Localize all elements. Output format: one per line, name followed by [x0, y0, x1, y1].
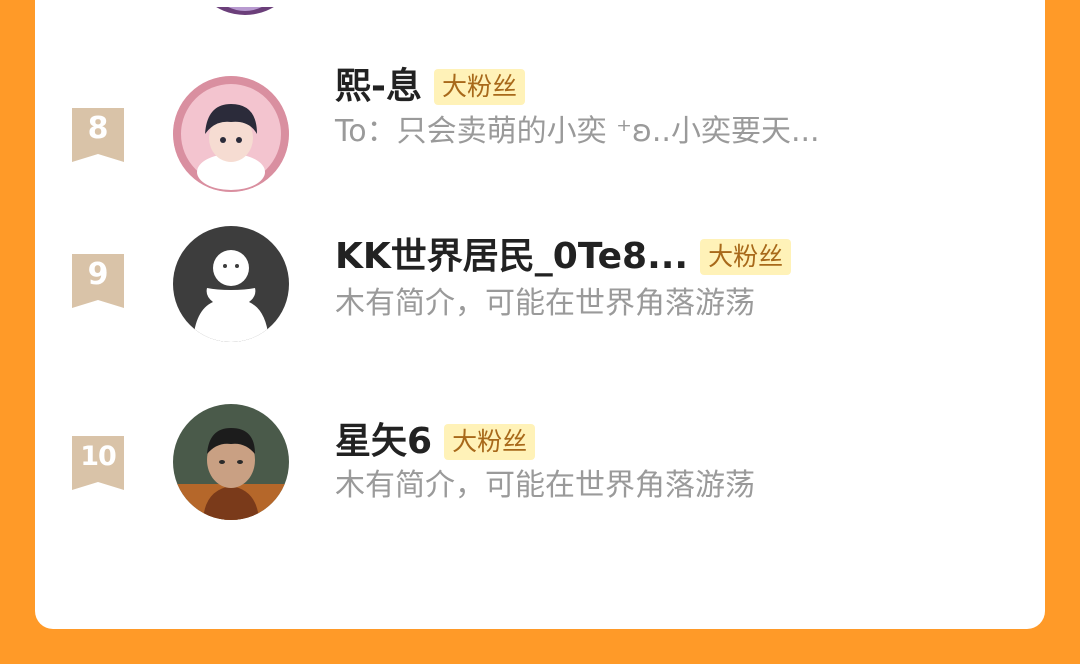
fan-ranking-card: 8 熙-息 大粉丝 To：只会卖萌的小奕 ⁺ʚ..小奕要天... 9 KK世界居… — [35, 0, 1045, 629]
user-name[interactable]: KK世界居民_0Te8... — [335, 232, 688, 282]
rank-badge: 9 — [72, 254, 124, 308]
user-name[interactable]: 星矢6 — [335, 417, 432, 467]
avatar[interactable] — [173, 226, 289, 342]
list-item[interactable]: 8 熙-息 大粉丝 To：只会卖萌的小奕 ⁺ʚ..小奕要天... — [35, 66, 1045, 192]
list-item[interactable]: 9 KK世界居民_0Te8... 大粉丝 木有简介，可能在世界角落游荡 — [35, 226, 1045, 376]
user-description: 木有简介，可能在世界角落游荡 — [335, 286, 755, 321]
fan-badge: 大粉丝 — [433, 69, 525, 105]
previous-row-avatar[interactable] — [195, 0, 305, 46]
fan-badge: 大粉丝 — [700, 239, 792, 275]
fan-badge: 大粉丝 — [444, 424, 536, 460]
avatar[interactable] — [173, 404, 289, 520]
user-description: To：只会卖萌的小奕 ⁺ʚ..小奕要天... — [335, 114, 820, 149]
user-name[interactable]: 熙-息 — [335, 62, 422, 112]
rank-number: 9 — [87, 257, 109, 292]
name-line: KK世界居民_0Te8... 大粉丝 — [335, 232, 792, 282]
avatar[interactable] — [173, 76, 289, 192]
rank-badge: 8 — [72, 108, 124, 162]
user-description: 木有简介，可能在世界角落游荡 — [335, 468, 755, 503]
name-line: 星矢6 大粉丝 — [335, 417, 536, 467]
name-line: 熙-息 大粉丝 — [335, 62, 525, 112]
list-item[interactable]: 10 星矢6 大粉丝 木有简介，可能在世界角落游荡 — [35, 404, 1045, 556]
rank-badge: 10 — [72, 436, 124, 490]
rank-number: 10 — [80, 441, 117, 472]
rank-number: 8 — [87, 111, 109, 146]
